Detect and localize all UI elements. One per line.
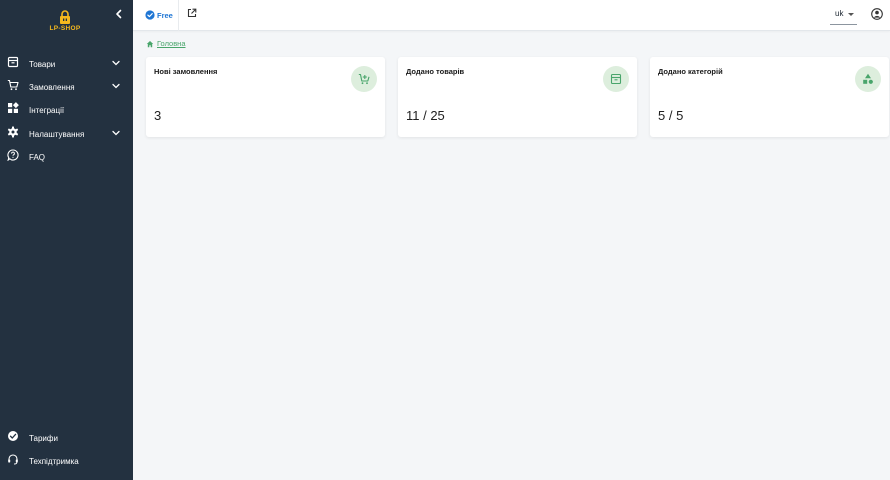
help-bubble-icon: [7, 149, 19, 161]
card-icon-badge: [351, 66, 377, 92]
logo[interactable]: LP-SHOP: [44, 10, 86, 32]
card-value: 11 / 25: [406, 108, 445, 123]
top-bar: Free uk: [133, 0, 890, 31]
divider: [178, 0, 179, 31]
check-circle-icon: [8, 431, 18, 441]
home-icon: [146, 40, 154, 47]
plan-badge[interactable]: Free: [145, 9, 173, 21]
sidebar-item-label: Техпідтримка: [29, 456, 79, 466]
logo-text: LP-SHOP: [49, 25, 81, 32]
shapes-icon: [863, 73, 873, 84]
sidebar-item-settings[interactable]: Налаштування: [0, 123, 133, 145]
breadcrumb[interactable]: Головна: [146, 39, 186, 48]
plan-label: Free: [157, 10, 173, 20]
open-external-icon[interactable]: [187, 8, 197, 18]
chevron-down-icon: [112, 83, 120, 89]
archive-box-icon: [610, 73, 622, 85]
sidebar-item-pricing[interactable]: Тарифи: [0, 427, 133, 449]
stat-card-categories-added: Додано категорій 5 / 5: [650, 57, 889, 137]
sidebar-item-label: Інтеграції: [29, 105, 65, 115]
shopping-cart-icon: [7, 79, 19, 91]
language-value: uk: [835, 9, 844, 18]
sidebar-item-products[interactable]: Товари: [0, 53, 133, 75]
language-select[interactable]: uk: [830, 5, 857, 25]
account-circle-icon[interactable]: [871, 8, 883, 20]
card-title: Додано товарів: [406, 67, 465, 76]
sidebar-item-faq[interactable]: FAQ: [0, 146, 133, 168]
breadcrumb-home: Головна: [157, 39, 186, 48]
card-title: Нові замовлення: [154, 67, 218, 76]
lock-logo-icon: [60, 10, 70, 24]
stat-card-new-orders: Нові замовлення 3: [146, 57, 385, 137]
sidebar: LP-SHOP Товари Замовлення Інтеграції Нал…: [0, 0, 133, 480]
card-value: 5 / 5: [658, 108, 684, 123]
stat-card-products-added: Додано товарів 11 / 25: [398, 57, 637, 137]
archive-box-icon: [7, 56, 19, 68]
chevron-down-icon: [112, 130, 120, 136]
caret-down-icon: [848, 13, 854, 16]
widgets-icon: [8, 102, 19, 113]
sidebar-item-label: FAQ: [29, 152, 46, 162]
sidebar-item-label: Товари: [29, 59, 56, 69]
headset-icon: [8, 454, 18, 465]
card-value: 3: [154, 108, 162, 123]
sidebar-item-label: Тарифи: [29, 433, 58, 443]
gear-icon: [7, 126, 19, 138]
sidebar-item-integrations[interactable]: Інтеграції: [0, 99, 133, 121]
collapse-sidebar-icon[interactable]: [112, 7, 126, 21]
sidebar-item-label: Замовлення: [29, 82, 75, 92]
chevron-down-icon: [112, 60, 120, 66]
card-title: Додано категорій: [658, 67, 723, 76]
card-icon-badge: [855, 66, 881, 92]
sidebar-item-orders[interactable]: Замовлення: [0, 76, 133, 98]
sidebar-item-label: Налаштування: [29, 129, 85, 139]
verified-check-icon: [145, 10, 155, 20]
cart-plus-icon: [358, 73, 370, 85]
card-icon-badge: [603, 66, 629, 92]
sidebar-item-support[interactable]: Техпідтримка: [0, 450, 133, 472]
